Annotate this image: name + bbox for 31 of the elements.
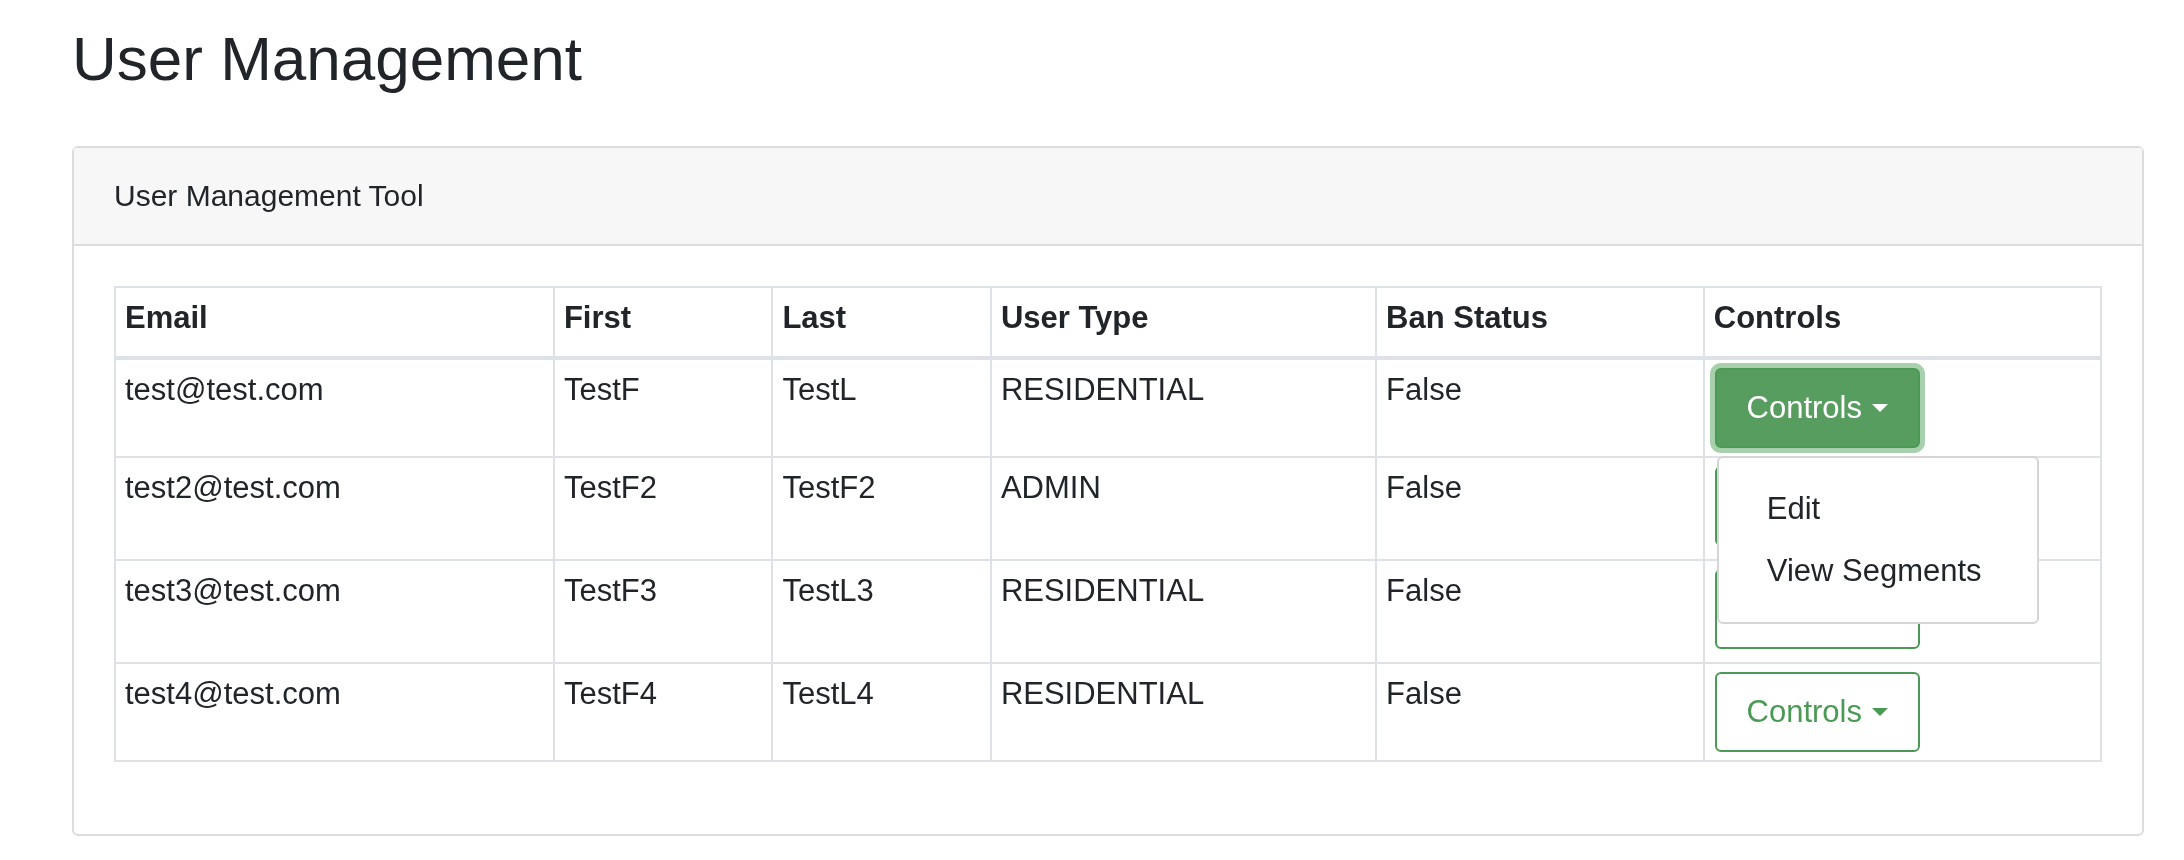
table-cell: RESIDENTIAL <box>990 358 1377 458</box>
table-cell: test2@test.com <box>115 457 554 561</box>
table-cell: RESIDENTIAL <box>990 663 1377 762</box>
page-title: User Management <box>72 23 584 95</box>
caret-icon <box>1872 708 1888 717</box>
column-header: First <box>553 287 773 359</box>
card-header-text: User Management Tool <box>114 179 424 214</box>
table-cell: TestL4 <box>772 663 991 762</box>
table-cell: TestF <box>553 358 773 458</box>
table-cell: test3@test.com <box>115 560 554 664</box>
table-cell: TestF3 <box>553 560 773 664</box>
table-cell: False <box>1376 457 1704 561</box>
table-cell: False <box>1376 358 1704 458</box>
table-cell: TestF2 <box>772 457 991 561</box>
table-cell: TestL <box>772 358 991 458</box>
table-cell: False <box>1376 663 1704 762</box>
column-header: Email <box>115 287 554 359</box>
table-cell: TestF4 <box>553 663 773 762</box>
column-header: Ban Status <box>1376 287 1704 359</box>
table-cell: test@test.com <box>115 358 554 458</box>
table-cell: RESIDENTIAL <box>990 560 1377 664</box>
table-cell: ADMIN <box>990 457 1377 561</box>
table-cell: TestF2 <box>553 457 773 561</box>
table-cell: False <box>1376 560 1704 664</box>
column-header: User Type <box>990 287 1377 359</box>
table-cell: test4@test.com <box>115 663 554 762</box>
dropdown-item[interactable]: View Segments <box>1718 540 2037 603</box>
column-header: Controls <box>1703 287 2101 359</box>
table-cell: TestL3 <box>772 560 991 664</box>
column-header: Last <box>772 287 991 359</box>
caret-icon <box>1872 404 1888 413</box>
